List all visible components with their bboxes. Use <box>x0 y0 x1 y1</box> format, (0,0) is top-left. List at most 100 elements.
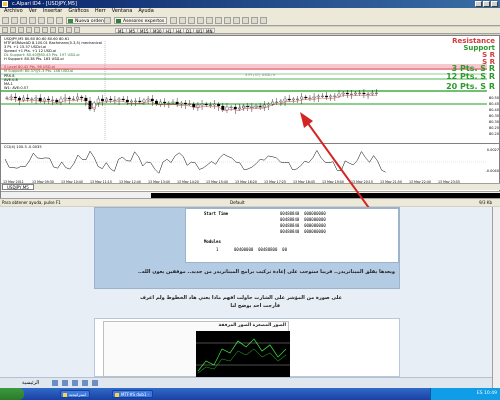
crosshair-icon[interactable] <box>10 27 16 33</box>
maximize-button[interactable] <box>483 1 490 7</box>
new-order-button[interactable]: Nueva orden <box>66 17 107 24</box>
main-toolbar: Nueva orden Asesores expertos <box>0 15 500 26</box>
candle-body <box>325 95 328 98</box>
candle-body <box>76 96 79 100</box>
price-panel[interactable]: USDJPY,M5 80.60 80.60 80.60 80.61 MTF#SR… <box>1 36 500 142</box>
candle-body <box>59 98 63 103</box>
candle-body <box>233 106 237 110</box>
price-tick-2: 80.45 <box>488 102 499 106</box>
price-chart[interactable]: USDJPY,M5 80.60 80.60 80.60 80.61 MTF#SR… <box>0 35 500 206</box>
tools-icon[interactable] <box>92 380 98 386</box>
channel-icon[interactable] <box>42 27 48 33</box>
zoom-out-icon[interactable] <box>206 17 213 24</box>
chart-horizontal-scrollbar[interactable] <box>1 191 500 198</box>
menu-ayuda[interactable]: Ayuda <box>138 8 153 15</box>
code-value-1: 00488840 000000000 <box>280 211 326 216</box>
arrows-tool-icon[interactable] <box>74 27 80 33</box>
trendline-icon[interactable] <box>34 27 40 33</box>
close-button[interactable] <box>491 1 498 7</box>
oscillator-panel[interactable]: CCI(4) 100.3 -0.0035 0.0027 -0.0040 13 M… <box>1 143 500 187</box>
horizontal-line-icon[interactable] <box>26 27 32 33</box>
minimize-button[interactable] <box>475 1 482 7</box>
menu-ver[interactable]: Ver <box>29 8 37 15</box>
cursor-icon[interactable] <box>2 27 8 33</box>
chart-shift-icon[interactable] <box>233 17 240 24</box>
metaeditor-icon[interactable] <box>104 17 111 24</box>
zoom-in-icon[interactable] <box>197 17 204 24</box>
tile-windows-icon[interactable] <box>215 17 222 24</box>
candle-body <box>308 97 312 99</box>
attached-chart-thumbnail[interactable] <box>196 331 290 377</box>
candle-body <box>349 93 353 95</box>
candle-body <box>188 103 192 105</box>
chart-drawing <box>1 41 487 141</box>
candle-body <box>217 103 221 107</box>
indicators-icon[interactable] <box>242 17 249 24</box>
menu-archivo[interactable]: Archivo <box>4 8 23 15</box>
price-tick-5: 80.30 <box>488 120 499 124</box>
print-icon[interactable] <box>62 380 68 386</box>
new-chart-icon[interactable] <box>2 17 9 24</box>
taskbar-item-browser[interactable]: استراتيجية <box>60 390 91 398</box>
data-window-icon[interactable] <box>29 17 36 24</box>
timeframe-mn[interactable]: MN <box>203 28 216 34</box>
candle-body <box>204 103 208 106</box>
candle-body <box>196 104 200 108</box>
terminal-icon[interactable] <box>47 17 54 24</box>
page-bottom-bar: الرئيسية <box>0 377 500 388</box>
post-text-1: وبعدها يقلق الميتاتريدر.. قريبا ستوجب عل… <box>137 269 395 275</box>
page-vertical-scrollbar[interactable] <box>492 207 500 388</box>
share-icon[interactable] <box>72 380 78 386</box>
oscillator-drawing <box>1 149 487 174</box>
help-hint: Para obtener ayuda, pulse F1 <box>2 200 61 205</box>
bookmark-icon[interactable] <box>52 380 58 386</box>
candle-body <box>316 95 320 98</box>
templates-icon[interactable] <box>260 17 267 24</box>
autoscroll-icon[interactable] <box>224 17 231 24</box>
line-chart-icon[interactable] <box>188 17 195 24</box>
navigator-icon[interactable] <box>38 17 45 24</box>
menu-ventana[interactable]: Ventana <box>112 8 133 15</box>
code-module-index: 1 <box>216 247 219 252</box>
email-icon[interactable] <box>82 380 88 386</box>
indicator-line-7: M Support: 80.37@1.3 Pts. 148 USD.oi <box>4 69 74 73</box>
start-button[interactable] <box>0 388 24 400</box>
tester-icon[interactable] <box>56 17 63 24</box>
thumbnail-chart <box>196 331 290 377</box>
pts12-label: 12 Pts. S R <box>446 72 495 81</box>
candlestick-icon[interactable] <box>179 17 186 24</box>
text-tool-icon[interactable] <box>58 27 64 33</box>
vertical-line-icon[interactable] <box>18 27 24 33</box>
market-watch-icon[interactable] <box>20 17 27 24</box>
status-bar: Para obtener ayuda, pulse F1 Default 9/3… <box>0 198 500 205</box>
indicator-line-5: H Support: 80.38 Pts. 183 USD.oi <box>4 57 64 61</box>
candle-body <box>55 99 59 103</box>
periods-icon[interactable] <box>251 17 258 24</box>
attached-image-panel[interactable]: الصور المصغرة الصور المرفقة <box>103 321 290 377</box>
expert-advisors-icon <box>116 19 121 23</box>
fibonacci-icon[interactable] <box>50 27 56 33</box>
code-start-time-label: Start Time <box>204 211 229 216</box>
profiles-icon[interactable] <box>11 17 18 24</box>
candle-body <box>279 100 283 103</box>
expert-advisors-button[interactable]: Asesores expertos <box>114 17 168 24</box>
code-value-2: 00488840 000000000 <box>280 217 326 222</box>
candle-body <box>138 100 142 103</box>
image-caption: الصور المصغرة الصور المرفقة <box>218 323 287 328</box>
menu-graficos[interactable]: Gráficos <box>68 8 89 15</box>
taskbar-item-mt4[interactable]: MTF#S dub1 - <box>112 390 154 398</box>
home-link[interactable]: الرئيسية <box>22 380 39 386</box>
indicator-line-11: W1: AVE:0.57 <box>4 86 29 90</box>
candle-body <box>30 98 34 100</box>
bar-chart-icon[interactable] <box>170 17 177 24</box>
candle-body <box>291 98 295 101</box>
candlesticks <box>5 89 378 114</box>
label-tool-icon[interactable] <box>66 27 72 33</box>
forum-post-1: Start Time 00488840 000000000 00488840 0… <box>94 207 400 289</box>
menu-herr[interactable]: Herr <box>95 8 106 15</box>
candle-body <box>5 97 9 99</box>
candle-body <box>213 103 216 106</box>
menu-insertar[interactable]: Insertar <box>43 8 62 15</box>
candle-body <box>229 106 233 108</box>
chart-tab-usdjpy[interactable]: USDJPY,M5 <box>2 184 34 190</box>
